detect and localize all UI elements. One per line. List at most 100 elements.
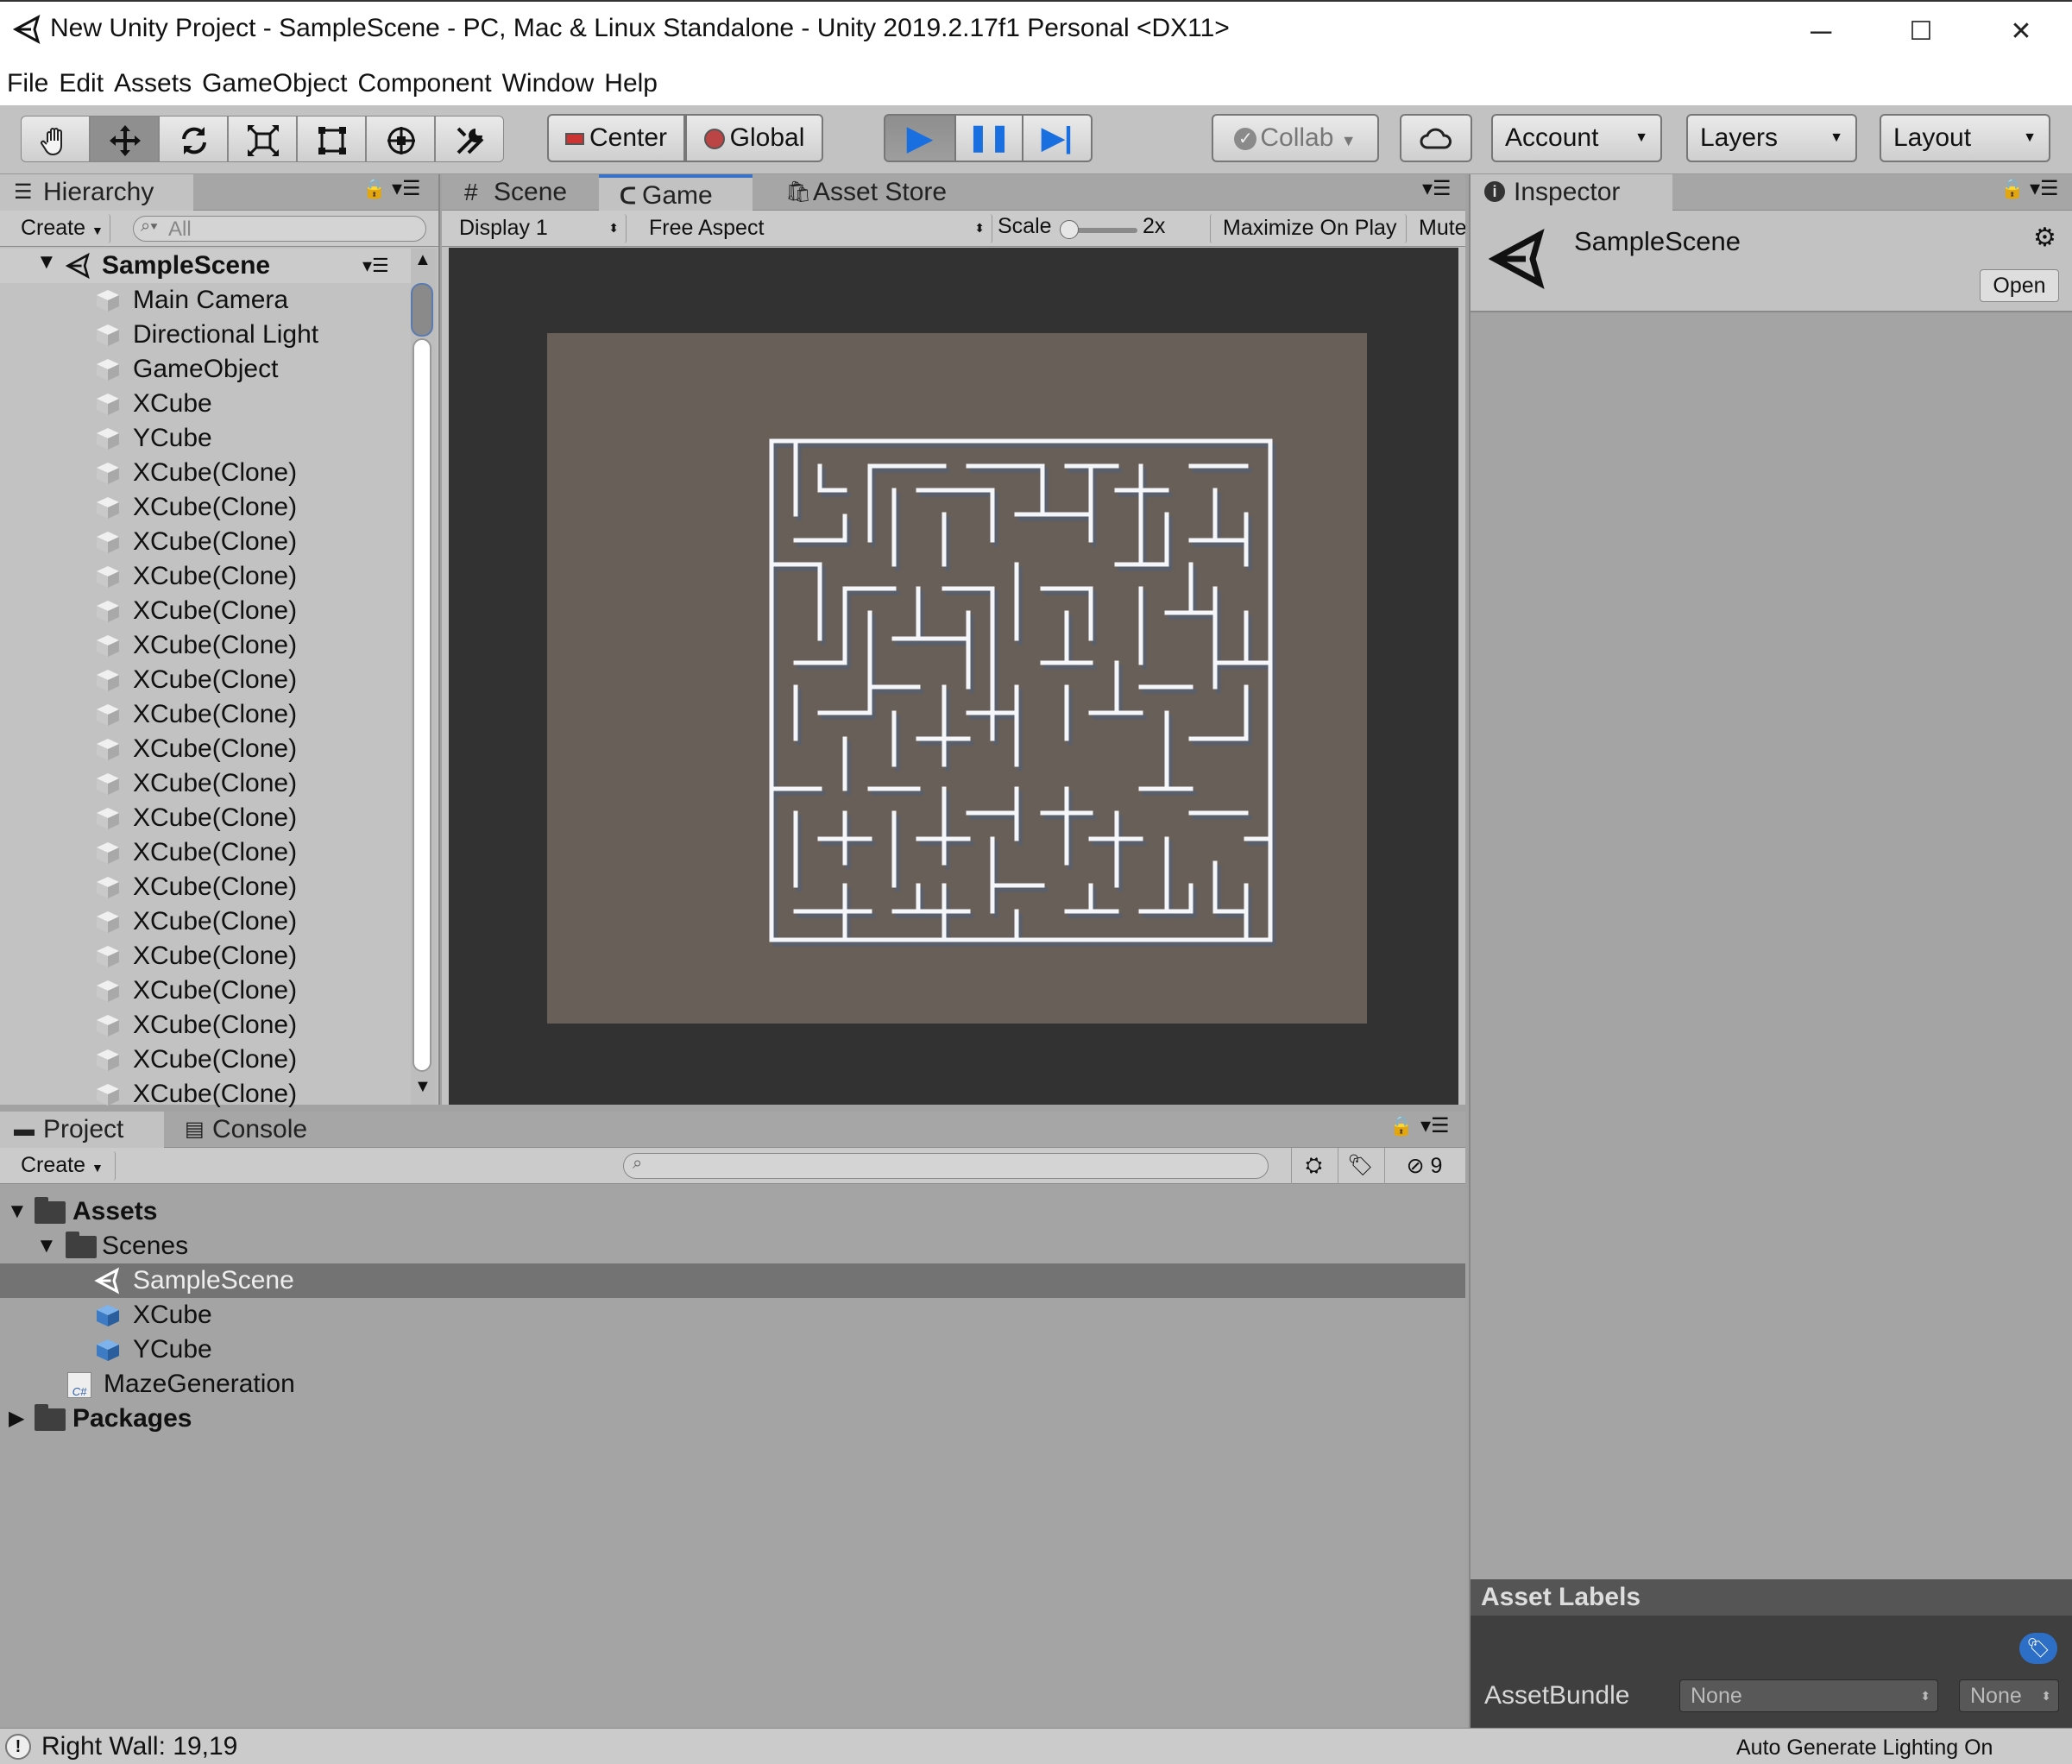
hierarchy-item[interactable]: XCube(Clone) <box>0 870 406 904</box>
hierarchy-item[interactable]: GameObject <box>0 352 406 387</box>
hierarchy-item[interactable]: XCube(Clone) <box>0 1043 406 1077</box>
minimize-button[interactable]: ─ <box>1795 10 1847 54</box>
hidden-packages-toggle[interactable]: ⊘ 9 <box>1384 1148 1464 1184</box>
hierarchy-item[interactable]: XCube(Clone) <box>0 490 406 525</box>
maximize-button[interactable]: ☐ <box>1895 10 1947 54</box>
asset-variant-dropdown[interactable]: None ⬍ <box>1959 1679 2059 1712</box>
close-button[interactable]: ✕ <box>1995 10 2047 54</box>
lighting-status[interactable]: Auto Generate Lighting On <box>1736 1736 1993 1761</box>
hierarchy-item[interactable]: Main Camera <box>0 283 406 318</box>
display-dropdown[interactable]: Display 1 ⬍ <box>447 214 627 243</box>
open-button[interactable]: Open <box>1980 269 2059 302</box>
account-dropdown[interactable]: Account ▼ <box>1491 114 1662 162</box>
maximize-on-play-toggle[interactable]: Maximize On Play <box>1210 214 1407 243</box>
pivot-center-button[interactable]: Center <box>547 114 685 162</box>
hierarchy-item[interactable]: XCube(Clone) <box>0 766 406 801</box>
hierarchy-item[interactable]: XCube(Clone) <box>0 456 406 490</box>
tree-row-samplescene-selected[interactable]: SampleScene <box>0 1263 1465 1298</box>
status-bar[interactable]: ! Right Wall: 19,19 Auto Generate Lighti… <box>0 1728 2072 1764</box>
gear-icon[interactable]: ⚙ <box>2033 223 2056 253</box>
hierarchy-item[interactable]: Directional Light <box>0 318 406 352</box>
hierarchy-item[interactable]: XCube(Clone) <box>0 904 406 939</box>
tab-hierarchy[interactable]: ☰ Hierarchy <box>0 174 193 211</box>
lock-icon[interactable]: 🔒 <box>2000 178 2024 200</box>
hierarchy-item[interactable]: XCube <box>0 387 406 421</box>
cloud-button[interactable] <box>1400 114 1472 162</box>
layout-dropdown[interactable]: Layout ▼ <box>1880 114 2050 162</box>
scroll-up-icon[interactable]: ▲ <box>414 250 431 270</box>
play-button[interactable]: ▶ <box>884 114 956 162</box>
game-render-area[interactable] <box>547 333 1367 1024</box>
hierarchy-item[interactable]: XCube(Clone) <box>0 559 406 594</box>
collapse-triangle-icon[interactable]: ▶ <box>9 1402 24 1436</box>
hierarchy-item[interactable]: XCube(Clone) <box>0 835 406 870</box>
tab-console[interactable]: ▤ Console <box>169 1112 333 1148</box>
pivot-global-button[interactable]: Global <box>685 114 823 162</box>
scale-slider-thumb[interactable] <box>1060 220 1079 239</box>
filter-by-label-icon[interactable]: 🏷 <box>1338 1148 1382 1184</box>
tag-icon[interactable]: 🏷 <box>2019 1633 2057 1664</box>
project-create-button[interactable]: Create ▼ <box>9 1151 116 1181</box>
hierarchy-item[interactable]: XCube(Clone) <box>0 663 406 697</box>
layers-dropdown[interactable]: Layers ▼ <box>1686 114 1857 162</box>
tree-row-packages[interactable]: ▶ Packages <box>0 1402 1465 1436</box>
menu-edit[interactable]: Edit <box>59 62 104 105</box>
panel-menu-icon[interactable]: ▾☰ <box>1422 176 1452 201</box>
hierarchy-item[interactable]: XCube(Clone) <box>0 801 406 835</box>
hierarchy-item[interactable]: YCube <box>0 421 406 456</box>
hierarchy-item[interactable]: XCube(Clone) <box>0 732 406 766</box>
move-tool-button[interactable] <box>90 116 159 162</box>
menu-help[interactable]: Help <box>604 62 658 105</box>
aspect-dropdown[interactable]: Free Aspect ⬍ <box>637 214 992 243</box>
menu-window[interactable]: Window <box>502 62 595 105</box>
lock-icon[interactable]: 🔒 <box>362 178 386 200</box>
hierarchy-item[interactable]: XCube(Clone) <box>0 973 406 1008</box>
custom-tool-button[interactable] <box>435 116 504 162</box>
transform-tool-button[interactable] <box>366 116 435 162</box>
scene-header-row[interactable]: ▼ SampleScene ▾☰ <box>0 249 413 283</box>
tree-row-ycube[interactable]: YCube <box>0 1332 1465 1367</box>
hierarchy-item[interactable]: XCube(Clone) <box>0 525 406 559</box>
rect-tool-button[interactable] <box>297 116 366 162</box>
hierarchy-create-button[interactable]: Create ▼ <box>9 214 110 243</box>
scale-slider[interactable] <box>1060 220 1137 239</box>
hierarchy-item[interactable]: XCube(Clone) <box>0 1077 406 1112</box>
tab-game[interactable]: ᑕ Game <box>599 174 753 211</box>
menu-assets[interactable]: Assets <box>114 62 192 105</box>
pause-button[interactable]: ❚❚ <box>954 114 1023 162</box>
scroll-down-icon[interactable]: ▼ <box>414 1077 431 1097</box>
asset-bundle-dropdown[interactable]: None ⬍ <box>1679 1679 1938 1712</box>
tree-row-mazegeneration[interactable]: C# MazeGeneration <box>0 1367 1465 1402</box>
hierarchy-scrollbar[interactable]: ▲ ▼ <box>411 249 437 1105</box>
scrollbar-thumb[interactable] <box>411 283 433 337</box>
menu-file[interactable]: File <box>7 62 48 105</box>
tab-inspector[interactable]: i Inspector <box>1471 174 1672 211</box>
tree-row-xcube[interactable]: XCube <box>0 1298 1465 1332</box>
hand-tool-button[interactable] <box>21 116 90 162</box>
panel-menu-icon[interactable]: ▾☰ <box>392 176 421 201</box>
collab-button[interactable]: ✓ Collab ▼ <box>1212 114 1379 162</box>
tab-scene[interactable]: # Scene <box>450 174 592 211</box>
expand-triangle-icon[interactable]: ▼ <box>7 1194 28 1229</box>
tree-row-assets[interactable]: ▼ Assets <box>0 1194 1465 1229</box>
expand-triangle-icon[interactable]: ▼ <box>36 250 57 274</box>
hierarchy-item[interactable]: XCube(Clone) <box>0 628 406 663</box>
tab-asset-store[interactable]: 🛍 Asset Store <box>770 174 968 211</box>
panel-menu-icon[interactable]: ▾☰ <box>2030 176 2059 201</box>
hierarchy-item[interactable]: XCube(Clone) <box>0 697 406 732</box>
scene-menu-icon[interactable]: ▾☰ <box>362 249 389 283</box>
menu-component[interactable]: Component <box>357 62 491 105</box>
project-search-input[interactable]: ⌕ <box>623 1153 1269 1179</box>
hierarchy-search-input[interactable]: ⌕▾ All <box>133 216 426 242</box>
mute-toggle[interactable]: Mute <box>1410 214 1465 243</box>
hierarchy-item[interactable]: XCube(Clone) <box>0 594 406 628</box>
menu-gameobject[interactable]: GameObject <box>202 62 347 105</box>
tree-row-scenes[interactable]: ▼ Scenes <box>0 1229 1465 1263</box>
panel-menu-icon[interactable]: ▾☰ <box>1420 1113 1450 1138</box>
filter-by-type-icon[interactable]: ⛭ <box>1291 1148 1336 1184</box>
lock-icon[interactable]: 🔒 <box>1389 1115 1413 1137</box>
tab-project[interactable]: ▬ Project <box>0 1112 164 1148</box>
hierarchy-item[interactable]: XCube(Clone) <box>0 1008 406 1043</box>
scale-tool-button[interactable] <box>228 116 297 162</box>
hierarchy-item[interactable]: XCube(Clone) <box>0 939 406 973</box>
